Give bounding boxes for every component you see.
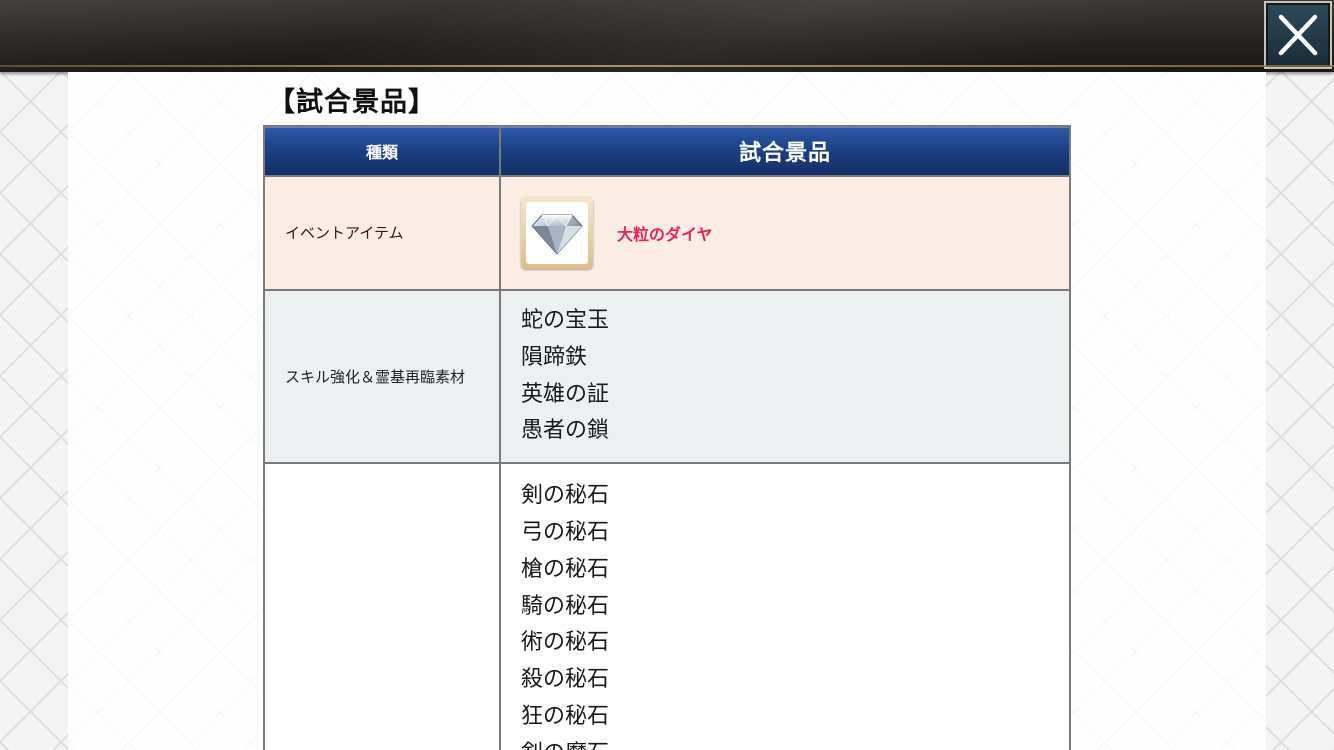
list-item: 剣の魔石: [521, 736, 1069, 750]
list-item: 隕蹄鉄: [521, 344, 588, 370]
close-icon: [1278, 14, 1318, 56]
table-row-stones: 剣の秘石 弓の秘石 槍の秘石 騎の秘石 術の秘石 殺の秘石 狂の秘石 剣の魔石: [263, 462, 1071, 750]
kind-cell: スキル強化＆霊基再臨素材: [263, 288, 501, 465]
list-item: 英雄の証: [521, 381, 610, 407]
material-list: 剣の秘石 弓の秘石 槍の秘石 騎の秘石 術の秘石 殺の秘石 狂の秘石 剣の魔石: [521, 464, 1069, 750]
prize-table: 種類 試合景品 イベントアイテム 大粒のダイヤ スキル強化＆霊基再臨素材 蛇の宝…: [263, 125, 1071, 750]
list-item: 騎の秘石: [521, 593, 610, 619]
close-button[interactable]: [1264, 1, 1332, 69]
diamond-item-frame[interactable]: [521, 197, 593, 269]
list-item: 殺の秘石: [521, 667, 610, 693]
prize-cell: 蛇の宝玉 隕蹄鉄 英雄の証 愚者の鎖: [499, 288, 1071, 465]
section-title: 【試合景品】: [268, 87, 436, 118]
list-item: 術の秘石: [521, 630, 610, 656]
list-item: 狂の秘石: [521, 703, 610, 729]
header-prize: 試合景品: [499, 125, 1071, 177]
table-row-event-item: イベントアイテム 大粒のダイヤ: [263, 175, 1071, 291]
prize-cell: 大粒のダイヤ: [499, 175, 1071, 291]
list-item: 愚者の鎖: [521, 418, 610, 444]
header-kind: 種類: [263, 125, 501, 177]
list-item: 槍の秘石: [521, 556, 610, 582]
top-header-bar: [0, 0, 1334, 72]
kind-cell: [263, 462, 501, 750]
material-list: 蛇の宝玉 隕蹄鉄 英雄の証 愚者の鎖: [521, 291, 1069, 462]
table-header-row: 種類 試合景品: [263, 125, 1071, 177]
kind-cell: イベントアイテム: [263, 175, 501, 291]
list-item: 弓の秘石: [521, 519, 610, 545]
item-name[interactable]: 大粒のダイヤ: [617, 221, 713, 245]
prize-item[interactable]: 大粒のダイヤ: [521, 197, 1069, 269]
list-item: 蛇の宝玉: [521, 308, 610, 333]
table-row-skill-materials: スキル強化＆霊基再臨素材 蛇の宝玉 隕蹄鉄 英雄の証 愚者の鎖: [263, 288, 1071, 465]
prize-cell: 剣の秘石 弓の秘石 槍の秘石 騎の秘石 術の秘石 殺の秘石 狂の秘石 剣の魔石: [499, 462, 1071, 750]
list-item: 剣の秘石: [521, 483, 610, 509]
diamond-icon: [531, 214, 583, 255]
